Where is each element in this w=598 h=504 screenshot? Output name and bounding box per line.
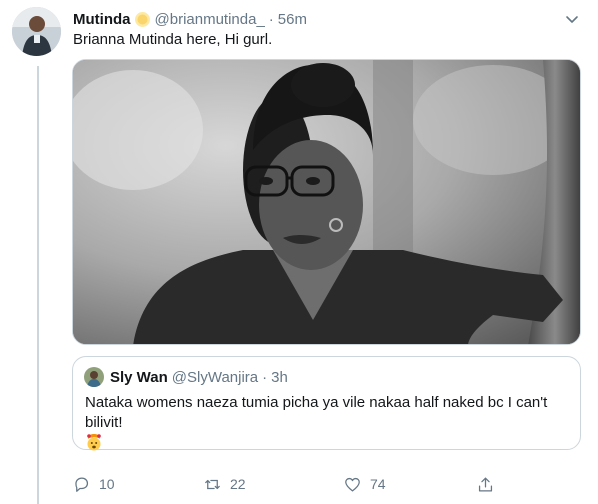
quoted-tweet[interactable]: Sly Wan @SlyWanjira · 3h Nataka womens n… [72, 356, 581, 451]
share-button[interactable] [476, 470, 503, 498]
reply-count: 10 [99, 476, 115, 492]
quoted-tweet-text: Nataka womens naeza tumia picha ya vile … [85, 393, 565, 454]
separator-dot: · [262, 368, 268, 386]
quoted-display-name: Sly Wan [110, 368, 168, 386]
tweet-photo[interactable] [72, 59, 581, 345]
quoted-timestamp: 3h [271, 368, 288, 386]
reply-button[interactable]: 10 [72, 470, 115, 498]
user-handle[interactable]: @brianmutinda_ [155, 11, 265, 28]
retweet-icon [205, 479, 220, 489]
share-icon [478, 477, 493, 491]
separator-dot: · [268, 10, 274, 28]
tweet-actions: 10 22 74 [72, 470, 522, 498]
heart-icon [345, 477, 360, 491]
tweet-header: Mutinda @brianmutinda_ · 56m [73, 9, 558, 29]
like-count: 74 [370, 476, 386, 492]
reply-icon [75, 477, 89, 492]
quoted-user-handle: @SlyWanjira [171, 368, 259, 386]
sun-emoji-icon [134, 11, 151, 28]
thread-line [37, 66, 39, 504]
chevron-down-icon[interactable] [562, 9, 582, 29]
display-name[interactable]: Mutinda [73, 11, 131, 28]
quoted-tweet-body: Nataka womens naeza tumia picha ya vile … [85, 394, 548, 431]
exploding-head-emoji-icon [85, 433, 103, 451]
tweet-timestamp[interactable]: 56m [278, 11, 307, 28]
user-avatar[interactable] [12, 7, 61, 56]
quoted-user-avatar[interactable] [84, 367, 104, 387]
retweet-count: 22 [230, 476, 246, 492]
quoted-tweet-header: Sly Wan @SlyWanjira · 3h [84, 367, 288, 387]
tweet-text: Brianna Mutinda here, Hi gurl. [73, 31, 273, 48]
like-button[interactable]: 74 [343, 470, 386, 498]
retweet-button[interactable]: 22 [203, 470, 246, 498]
